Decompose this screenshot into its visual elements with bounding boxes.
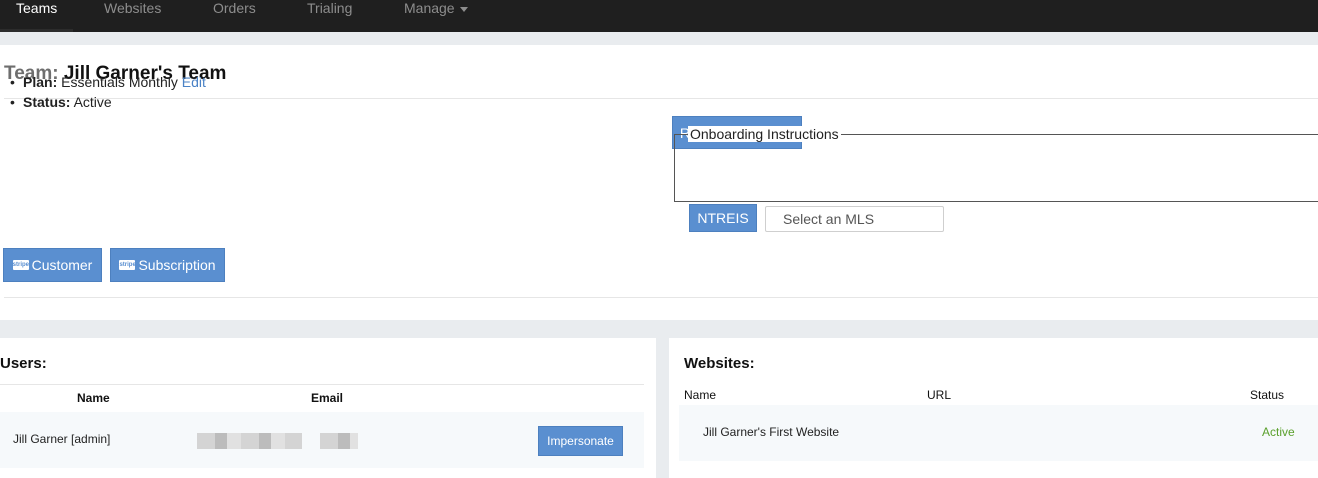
- websites-card: Websites: Name URL Status Jill Garner's …: [669, 338, 1318, 478]
- mls-select[interactable]: Select an MLS: [765, 206, 944, 232]
- impersonate-button[interactable]: Impersonate: [538, 426, 623, 456]
- onboarding-fieldset: [674, 134, 1318, 202]
- websites-col-url: URL: [927, 388, 952, 402]
- mls-ntreis-button[interactable]: NTREIS: [689, 204, 757, 232]
- chevron-down-icon: [459, 6, 468, 12]
- redacted-email: [320, 433, 358, 449]
- user-name: Jill Garner [admin]: [13, 432, 111, 446]
- website-name-link[interactable]: Jill Garner's First Website: [703, 425, 839, 439]
- users-card: Users: Name Email Jill Garner [admin] Im…: [0, 338, 656, 478]
- users-title: Users:: [0, 355, 47, 372]
- top-nav: Teams Websites Orders Trialing Manage: [0, 0, 1318, 32]
- status-item: Status: Active: [10, 92, 206, 112]
- stripe-customer-button[interactable]: stripe Customer: [3, 248, 102, 282]
- plan-item: Plan: Essentials Monthly Edit: [10, 72, 206, 92]
- nav-tab-orders[interactable]: Orders: [213, 0, 256, 32]
- users-col-email: Email: [311, 391, 344, 405]
- nav-tab-websites[interactable]: Websites: [104, 0, 161, 32]
- stripe-logo-icon: stripe: [12, 260, 29, 270]
- onboarding-legend: Onboarding Instructions: [688, 126, 841, 142]
- redacted-email: [197, 433, 302, 449]
- plan-edit-link[interactable]: Edit: [182, 74, 206, 90]
- nav-tab-teams[interactable]: Teams: [0, 0, 74, 32]
- stripe-logo-icon: stripe: [119, 260, 136, 270]
- team-info-list: Plan: Essentials Monthly Edit Status: Ac…: [10, 72, 206, 112]
- websites-col-status: Status: [1250, 388, 1285, 402]
- divider: [0, 384, 644, 385]
- websites-col-name: Name: [684, 388, 717, 402]
- nav-tab-manage[interactable]: Manage: [404, 0, 468, 32]
- websites-title: Websites:: [684, 355, 755, 372]
- stripe-subscription-button[interactable]: stripe Subscription: [110, 248, 225, 282]
- website-status: Active: [1262, 425, 1295, 439]
- users-col-name: Name: [77, 391, 110, 405]
- nav-tab-trialing[interactable]: Trialing: [307, 0, 352, 32]
- divider: [4, 297, 1318, 298]
